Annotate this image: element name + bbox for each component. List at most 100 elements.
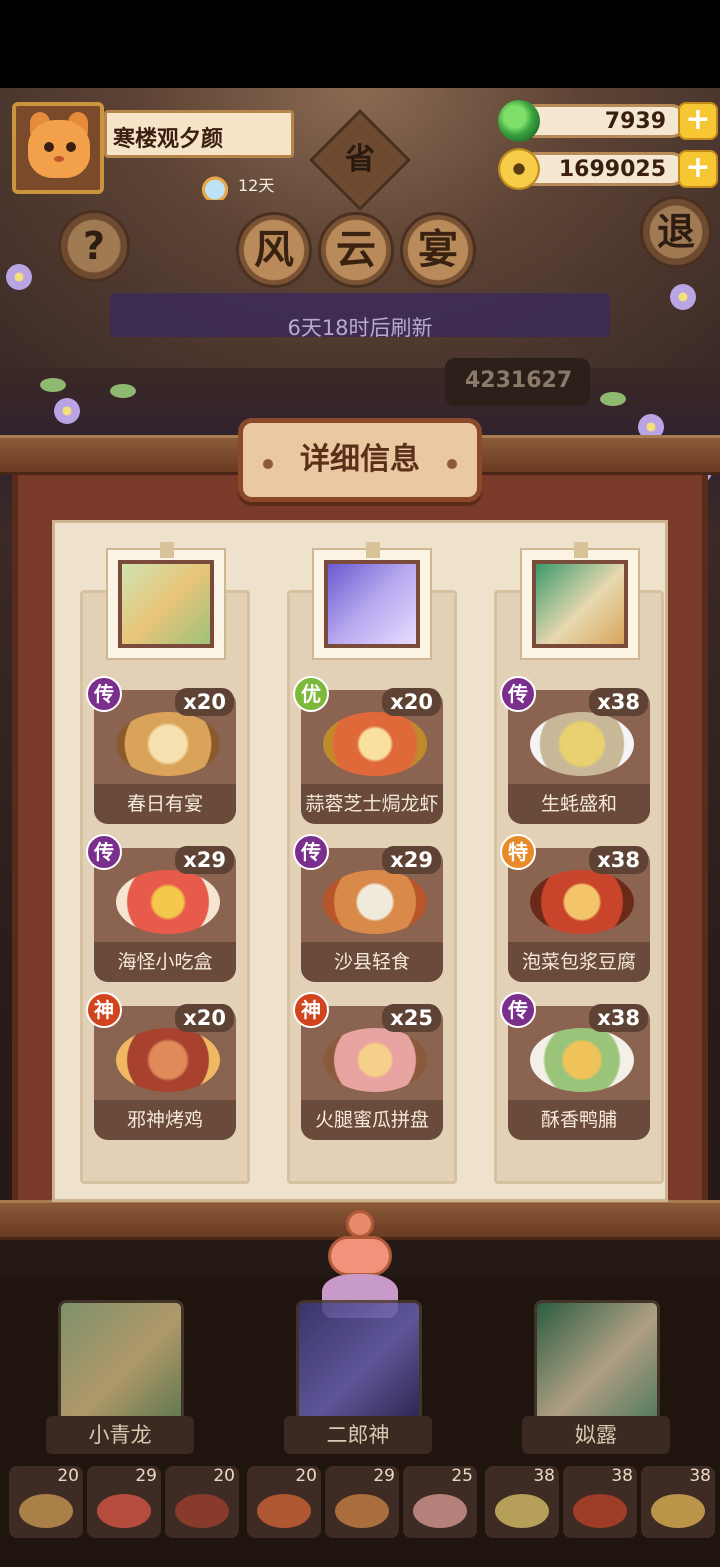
dish-thumbnail <box>19 1494 73 1528</box>
flower-decoration <box>52 396 82 426</box>
character-name: 小青龙 <box>46 1416 194 1454</box>
dish-name: 海怪小吃盒 <box>94 942 236 982</box>
dish-slot-count: 38 <box>611 1466 633 1486</box>
dish-card[interactable]: x29 沙县轻食 传 <box>293 834 443 982</box>
background-score: 4231627 <box>445 358 590 406</box>
rank-badge: 优 <box>293 676 329 712</box>
dish-name: 邪神烤鸡 <box>94 1100 236 1140</box>
rank-badge: 神 <box>293 992 329 1028</box>
dish-slot[interactable]: 38 <box>641 1466 715 1538</box>
jade-icon <box>498 100 540 142</box>
dish-image <box>116 712 220 776</box>
help-button[interactable]: ? <box>58 210 130 282</box>
jade-value: 7939 <box>604 109 666 134</box>
leaf-decoration <box>40 378 66 392</box>
avatar-eye <box>44 142 54 152</box>
dish-slot[interactable]: 29 <box>87 1466 161 1538</box>
days-value: 12天 <box>238 176 275 195</box>
dish-slot[interactable]: 20 <box>165 1466 239 1538</box>
days-indicator: 12天 <box>200 172 274 200</box>
dish-name: 春日有宴 <box>94 784 236 824</box>
dish-image <box>530 870 634 934</box>
flower-decoration <box>4 262 34 292</box>
dish-image <box>530 1028 634 1092</box>
player-avatar[interactable] <box>12 102 104 194</box>
dish-count: x20 <box>175 1004 234 1032</box>
dish-count: x20 <box>175 688 234 716</box>
dish-slot[interactable]: 20 <box>9 1466 83 1538</box>
dish-image <box>530 712 634 776</box>
add-coin-button[interactable]: + <box>678 150 718 188</box>
avatar-nose <box>54 156 64 162</box>
dish-slot-count: 20 <box>213 1466 235 1486</box>
pin <box>160 542 174 558</box>
portrait-frame <box>312 542 432 660</box>
portrait-frame <box>106 542 226 660</box>
panel-title-text: 详细信息 <box>300 442 420 477</box>
knot-body <box>328 1236 392 1276</box>
character-card-xiaoqinglong[interactable] <box>58 1300 184 1424</box>
boat-icon <box>200 173 230 200</box>
dish-card[interactable]: x25 火腿蜜瓜拼盘 神 <box>293 992 443 1140</box>
character-portrait[interactable] <box>118 560 214 648</box>
character-card-erlangshen[interactable] <box>296 1300 422 1424</box>
dish-thumbnail <box>175 1494 229 1528</box>
flower-decoration <box>668 282 698 312</box>
coin-value: 1699025 <box>558 157 666 182</box>
rank-badge: 神 <box>86 992 122 1028</box>
dish-card[interactable]: x20 邪神烤鸡 神 <box>86 992 236 1140</box>
dish-card[interactable]: x38 酥香鸭脯 传 <box>500 992 650 1140</box>
rank-badge: 传 <box>500 992 536 1028</box>
title-dot <box>447 459 457 469</box>
rank-badge: 传 <box>86 676 122 712</box>
add-jade-button[interactable]: + <box>678 102 718 140</box>
jade-currency: 7939 + <box>498 100 718 142</box>
dish-thumbnail <box>573 1494 627 1528</box>
portrait-frame <box>520 542 640 660</box>
dish-name: 火腿蜜瓜拼盘 <box>301 1100 443 1140</box>
dish-name: 泡菜包浆豆腐 <box>508 942 650 982</box>
dish-card[interactable]: x29 海怪小吃盒 传 <box>86 834 236 982</box>
dish-name: 沙县轻食 <box>301 942 443 982</box>
dish-count: x25 <box>382 1004 441 1032</box>
character-card-silu[interactable] <box>534 1300 660 1424</box>
dish-slot-count: 38 <box>689 1466 711 1486</box>
dish-slot-count: 20 <box>57 1466 79 1486</box>
province-label: 省 <box>345 142 375 177</box>
dish-card[interactable]: x20 蒜蓉芝士焗龙虾 优 <box>293 676 443 824</box>
rank-badge: 特 <box>500 834 536 870</box>
dish-name: 酥香鸭脯 <box>508 1100 650 1140</box>
dish-count: x29 <box>175 846 234 874</box>
dish-slot[interactable]: 20 <box>247 1466 321 1538</box>
title-char-yun: 云 <box>318 212 394 288</box>
refresh-timer: 6天18时后刷新 <box>287 316 433 340</box>
dish-card[interactable]: x20 春日有宴 传 <box>86 676 236 824</box>
dish-count: x38 <box>589 846 648 874</box>
dish-slot[interactable]: 38 <box>563 1466 637 1538</box>
dish-slot-count: 29 <box>373 1466 395 1486</box>
dish-count: x38 <box>589 1004 648 1032</box>
knot-top <box>346 1210 374 1238</box>
dish-slot[interactable]: 25 <box>403 1466 477 1538</box>
dish-count: x20 <box>382 688 441 716</box>
dish-card[interactable]: x38 生蚝盛和 传 <box>500 676 650 824</box>
dish-thumbnail <box>97 1494 151 1528</box>
coin-icon <box>498 148 540 190</box>
dish-card[interactable]: x38 泡菜包浆豆腐 特 <box>500 834 650 982</box>
character-portrait[interactable] <box>324 560 420 648</box>
character-portrait[interactable] <box>532 560 628 648</box>
exit-button[interactable]: 退 <box>640 196 712 268</box>
avatar-face <box>28 120 90 178</box>
character-name: 二郎神 <box>284 1416 432 1454</box>
dish-count: x38 <box>589 688 648 716</box>
dish-slot[interactable]: 38 <box>485 1466 559 1538</box>
dish-image <box>116 870 220 934</box>
dish-image <box>323 712 427 776</box>
avatar-eye <box>66 142 76 152</box>
dish-thumbnail <box>257 1494 311 1528</box>
dish-thumbnail <box>651 1494 705 1528</box>
dish-thumbnail <box>335 1494 389 1528</box>
dish-slot[interactable]: 29 <box>325 1466 399 1538</box>
leaf-decoration <box>600 392 626 406</box>
rank-badge: 传 <box>86 834 122 870</box>
